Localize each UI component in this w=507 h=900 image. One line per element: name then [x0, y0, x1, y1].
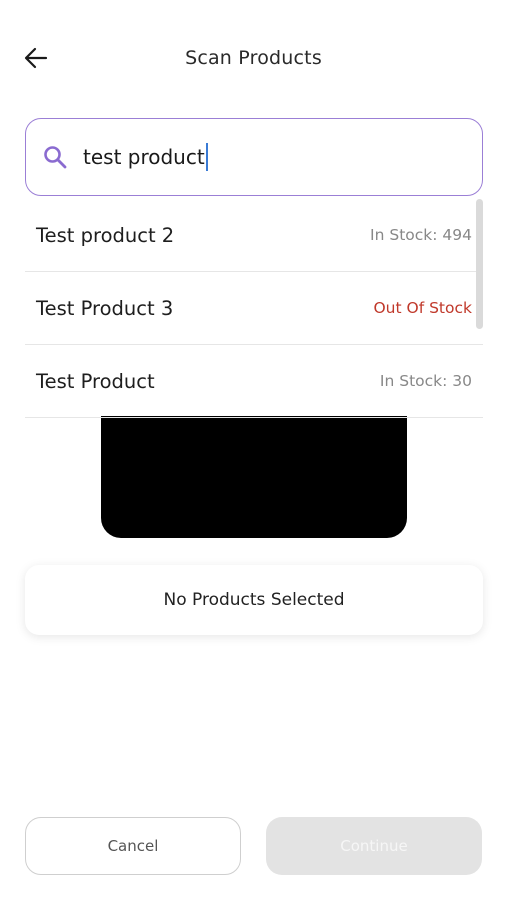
- suggestion-item[interactable]: Test Product In Stock: 30: [25, 345, 483, 418]
- selected-products-card: No Products Selected: [25, 565, 483, 635]
- suggestion-stock-out: Out Of Stock: [373, 299, 472, 317]
- suggestion-name: Test Product 3: [36, 296, 174, 320]
- suggestion-stock: In Stock: 30: [379, 372, 472, 390]
- search-icon: [41, 143, 69, 171]
- suggestion-scrollbar[interactable]: [476, 199, 483, 329]
- text-caret: [205, 143, 208, 171]
- suggestion-name: Test product 2: [36, 223, 175, 247]
- search-input-value: test product: [83, 145, 205, 169]
- suggestion-stock: In Stock: 494: [370, 226, 472, 244]
- suggestion-item[interactable]: Test Product 3 Out Of Stock: [25, 272, 483, 345]
- search-input[interactable]: test product: [83, 143, 208, 171]
- suggestion-list: Test product 2 In Stock: 494 Test Produc…: [25, 199, 483, 418]
- suggestion-name: Test Product: [36, 369, 155, 393]
- page-title: Scan Products: [185, 47, 322, 69]
- suggestion-item[interactable]: Test product 2 In Stock: 494: [25, 199, 483, 272]
- continue-button[interactable]: Continue: [266, 817, 482, 875]
- empty-selection-text: No Products Selected: [163, 590, 345, 610]
- scan-products-screen: Scan Products test product Test product …: [0, 0, 507, 900]
- cancel-button[interactable]: Cancel: [25, 817, 241, 875]
- search-field[interactable]: test product: [25, 118, 483, 196]
